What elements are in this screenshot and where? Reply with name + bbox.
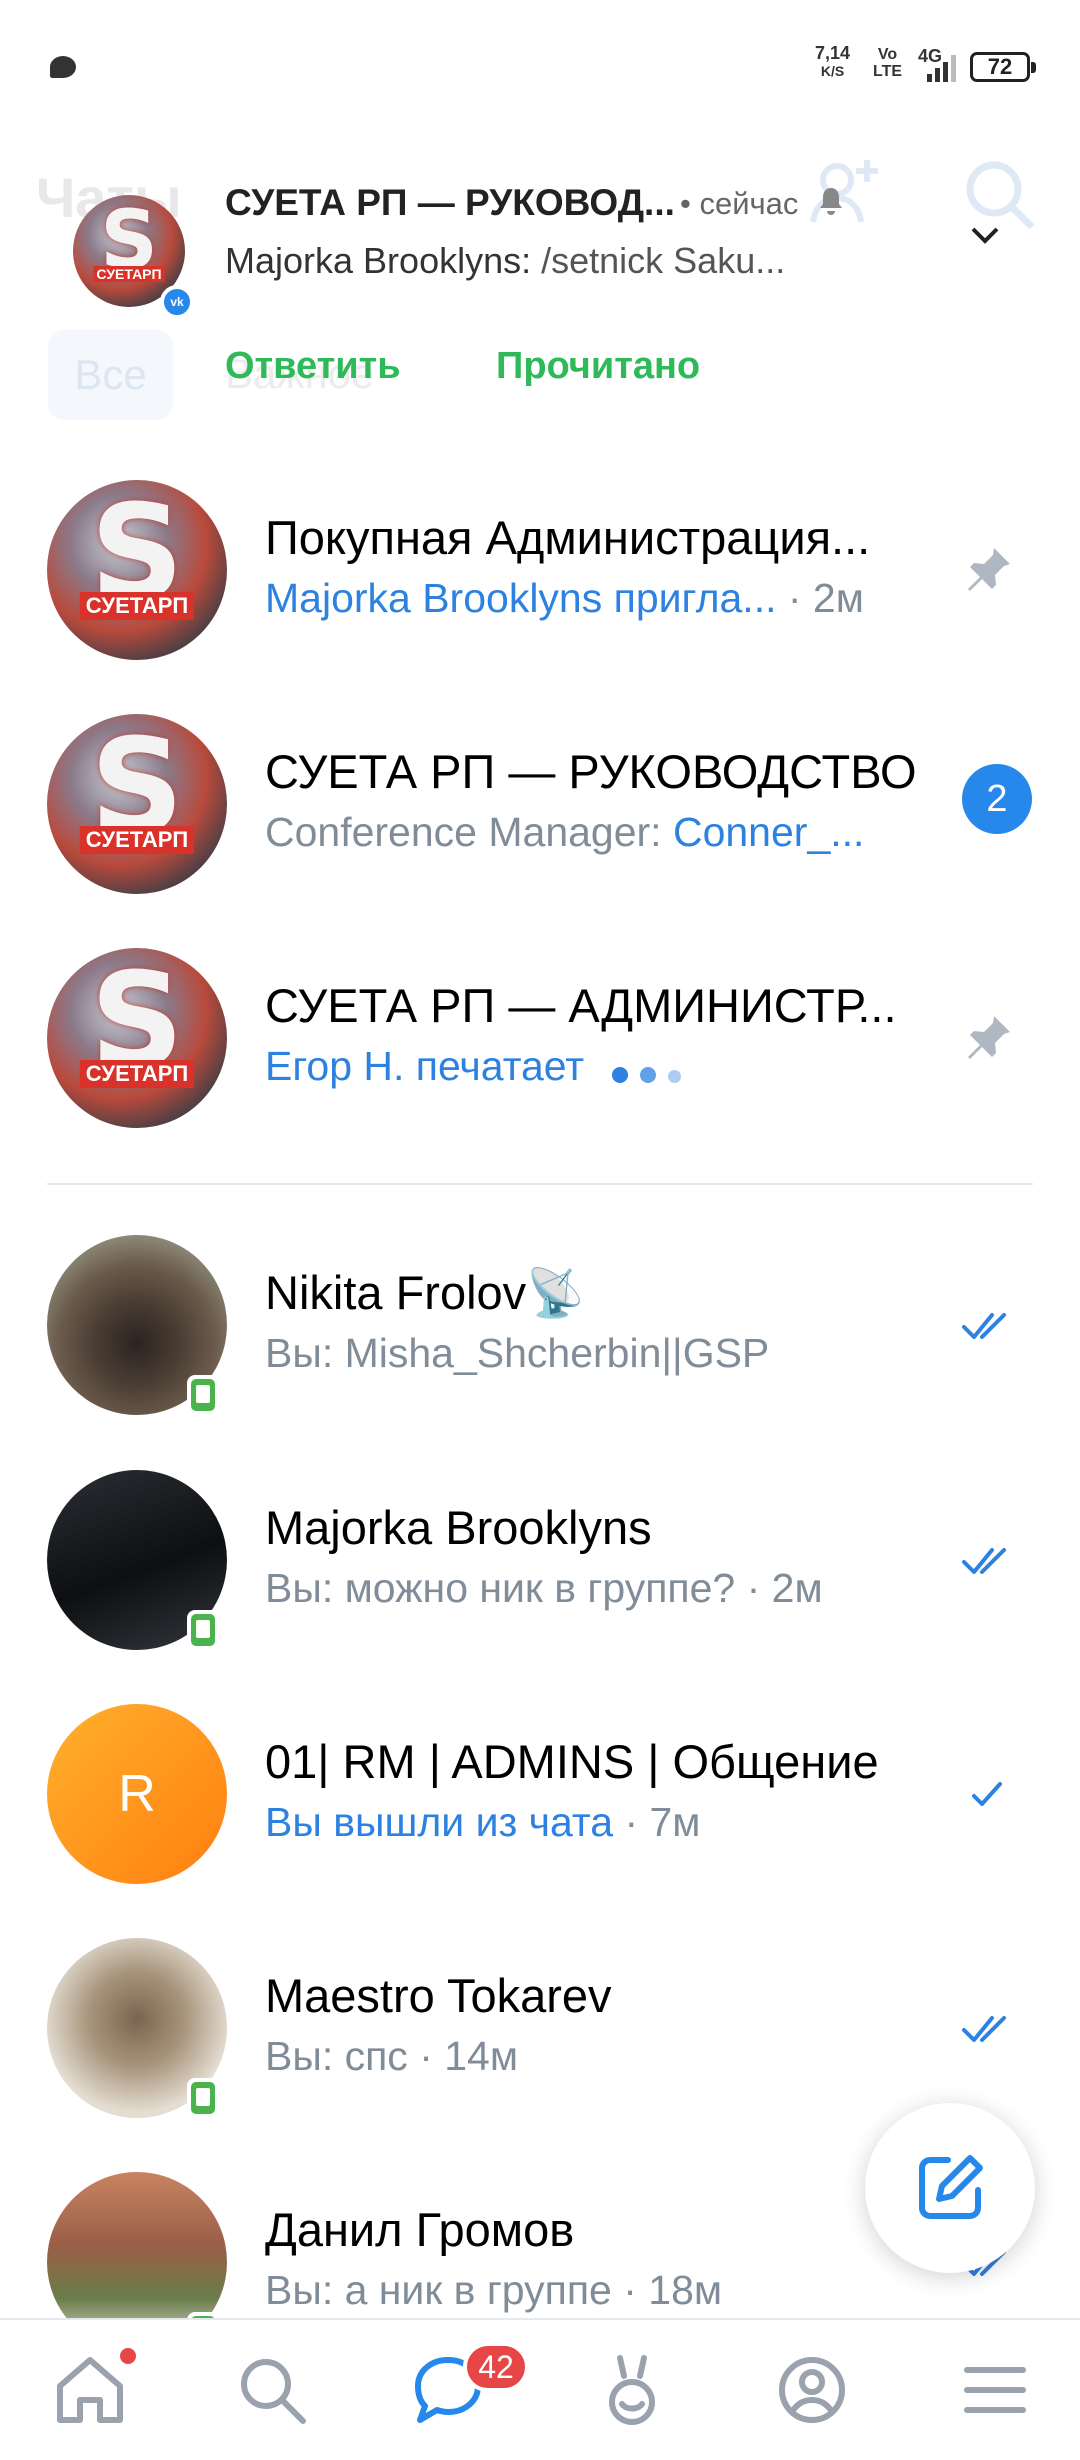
- network-speed-unit: K/S: [820, 63, 845, 79]
- network-speed-value: 7,14: [815, 43, 851, 63]
- mark-read-button[interactable]: Прочитано: [496, 345, 700, 388]
- chat-preview-text: Вы: спс: [265, 2033, 408, 2079]
- check-icon: [972, 1782, 1002, 1806]
- push-notification[interactable]: S СУЕТАРП vk СУЕТА РП — РУКОВОД... • сейч…: [0, 150, 1080, 420]
- pinned-divider: [47, 1183, 1033, 1185]
- chat-name: Покупная Администрация...: [265, 511, 871, 564]
- chat-preview: Majorka Brooklyns пригла... · 2м: [265, 575, 864, 622]
- network-speed: 7,14 K/S: [815, 44, 850, 80]
- chat-item[interactable]: Maestro Tokarev Вы: спс · 14м: [0, 1908, 1080, 2142]
- avatar: S СУЕТАРП: [47, 480, 227, 660]
- double-check-icon: [962, 2016, 1006, 2042]
- chat-preview: Вы: Misha_Shcherbin||GSP: [265, 1330, 770, 1376]
- chat-name: Nikita Frolov📡: [265, 1266, 585, 1319]
- chat-name: СУЕТА РП — АДМИНИСТР...: [265, 979, 897, 1032]
- avatar-logo-text: СУЕТАРП: [79, 1060, 195, 1089]
- chat-preview: Вы: спс · 14м: [265, 2033, 518, 2080]
- chat-item[interactable]: R 01| RM | ADMINS | Общение Вы вышли из …: [0, 1674, 1080, 1908]
- avatar-logo-text: СУЕТАРП: [79, 826, 195, 855]
- chat-time: · 18м: [611, 2267, 723, 2313]
- chat-preview-text: Вы: а ник в группе: [265, 2267, 612, 2313]
- typing-status: Егор Н. печатает: [265, 1043, 585, 1089]
- avatar: [47, 2172, 227, 2318]
- chat-preview-text: Conference Manager:: [265, 809, 673, 855]
- chat-preview: Вы: можно ник в группе? · 2м: [265, 1565, 823, 1612]
- chat-preview-highlight: Conner_...: [672, 809, 865, 855]
- notification-time: • сейчас: [680, 186, 799, 221]
- notification-message: /setnick Saku...: [541, 240, 786, 281]
- online-mobile-icon: [187, 1375, 219, 1415]
- notification-title: СУЕТА РП — РУКОВОД...: [225, 182, 675, 223]
- chat-item[interactable]: S СУЕТАРП СУЕТА РП — РУКОВОДСТВО Conferen…: [0, 684, 1080, 918]
- avatar: R: [47, 1704, 227, 1884]
- chat-time: · 2м: [776, 575, 864, 621]
- compose-icon: [919, 2155, 983, 2219]
- volte-indicator: Vo LTE: [873, 46, 902, 80]
- chat-preview: Conference Manager: Conner_...: [265, 809, 864, 856]
- avatar: S СУЕТАРП: [47, 714, 227, 894]
- notification-sender: Majorka Brooklyns:: [225, 240, 532, 281]
- chat-preview: Вы вышли из чата · 7м: [265, 1799, 700, 1846]
- avatar-logo-text: СУЕТАРП: [79, 592, 195, 621]
- menu-icon[interactable]: [955, 2350, 1035, 2430]
- chat-time: · 7м: [613, 1799, 701, 1845]
- online-mobile-icon: [187, 1610, 219, 1650]
- profile-icon[interactable]: [772, 2350, 852, 2430]
- chat-name: СУЕТА РП — РУКОВОДСТВО: [265, 745, 917, 798]
- online-mobile-icon: [187, 2078, 219, 2118]
- double-check-icon: [962, 1548, 1006, 1574]
- chat-name: Maestro Tokarev: [265, 1969, 612, 2022]
- volte-top: Vo: [877, 46, 898, 63]
- avatar-letter: R: [47, 1704, 227, 1884]
- notification-body: Majorka Brooklyns: /setnick Saku...: [225, 240, 785, 282]
- pin-icon: [968, 1016, 1010, 1059]
- chat-name: 01| RM | ADMINS | Общение: [265, 1735, 879, 1788]
- chat-preview-highlight: Majorka Brooklyns пригла...: [265, 575, 777, 621]
- services-icon[interactable]: [592, 2350, 672, 2430]
- chat-notification-icon: [50, 56, 76, 78]
- chat-preview-highlight: Вы вышли из чата: [265, 1799, 614, 1845]
- compose-button[interactable]: [865, 2103, 1035, 2273]
- chat-time: · 14м: [407, 2033, 519, 2079]
- chat-preview-text: Вы: можно ник в группе?: [265, 1565, 736, 1611]
- signal-icon: [927, 55, 956, 82]
- avatar-logo-text: СУЕТАРП: [93, 266, 165, 283]
- reply-button[interactable]: Ответить: [225, 345, 401, 388]
- status-bar: 7,14 K/S Vo LTE 4G 72: [0, 0, 1080, 130]
- chat-item[interactable]: S СУЕТАРП Покупная Администрация... Major…: [0, 450, 1080, 684]
- search-icon[interactable]: [232, 2350, 312, 2430]
- expand-chevron-icon[interactable]: [965, 215, 1005, 255]
- chat-item[interactable]: Nikita Frolov📡 Вы: Misha_Shcherbin||GSP: [0, 1205, 1080, 1439]
- pin-icon: [968, 548, 1010, 591]
- news-notification-dot: [120, 2348, 136, 2364]
- chat-name: Majorka Brooklyns: [265, 1501, 652, 1554]
- chat-preview: Вы: а ник в группе · 18м: [265, 2267, 722, 2314]
- messages-unread-badge: 42: [463, 2342, 529, 2392]
- vk-app-icon: vk: [160, 285, 194, 319]
- chat-preview: Егор Н. печатает: [265, 1043, 693, 1093]
- avatar: S СУЕТАРП: [47, 948, 227, 1128]
- chat-item[interactable]: S СУЕТАРП СУЕТА РП — АДМИНИСТР... Егор Н.…: [0, 918, 1080, 1152]
- chat-item[interactable]: Majorka Brooklyns Вы: можно ник в группе…: [0, 1440, 1080, 1674]
- home-icon[interactable]: [50, 2350, 130, 2430]
- double-check-icon: [962, 1313, 1006, 1339]
- battery-icon: 72: [970, 52, 1036, 82]
- chat-time: · 2м: [735, 1565, 823, 1611]
- typing-indicator: [612, 1046, 693, 1093]
- chat-name: Данил Громов: [265, 2203, 575, 2256]
- volte-bottom: LTE: [873, 63, 903, 80]
- bell-icon: [820, 188, 842, 215]
- bottom-navigation: 42: [0, 2318, 1080, 2460]
- unread-badge: 2: [962, 764, 1032, 834]
